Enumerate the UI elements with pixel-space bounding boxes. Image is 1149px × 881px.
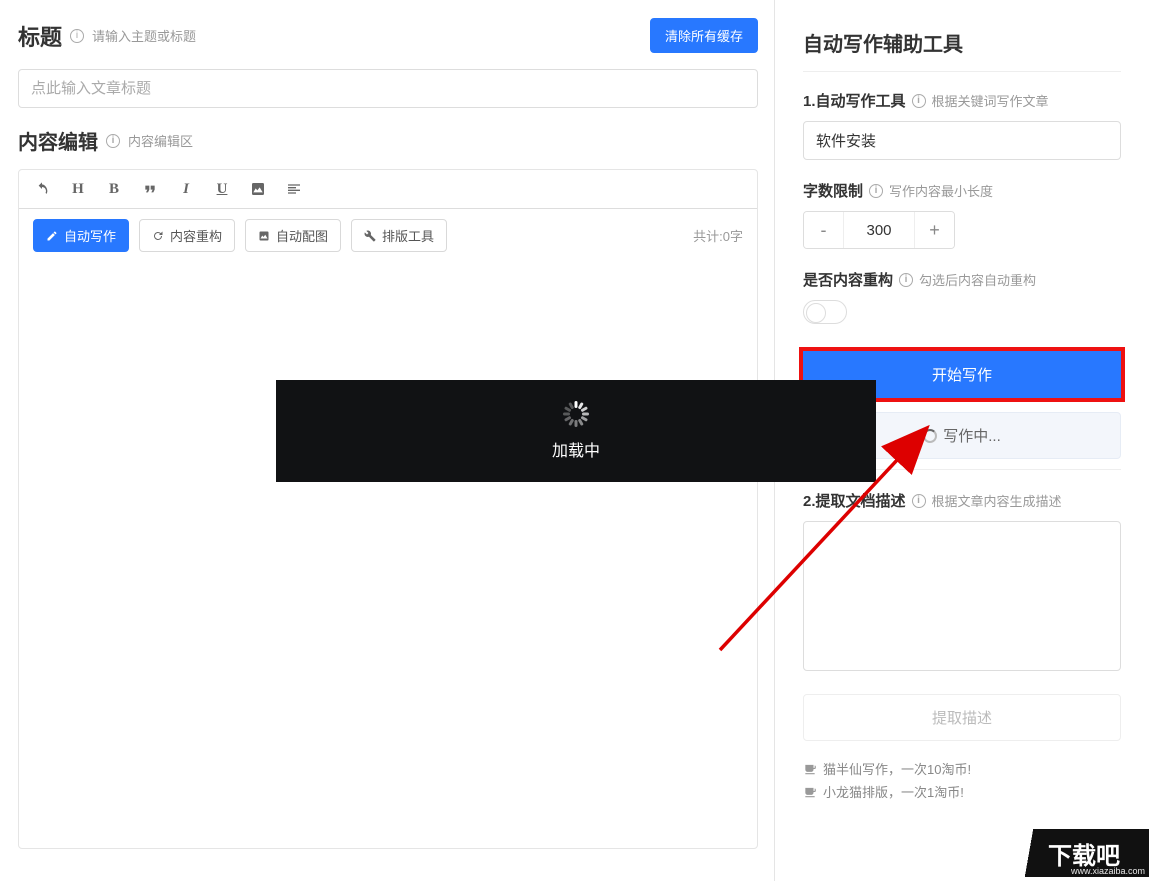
image-icon[interactable] <box>249 180 267 198</box>
spinner-icon <box>923 429 937 443</box>
align-icon[interactable] <box>285 180 303 198</box>
word-count: 共计:0字 <box>693 226 743 245</box>
section2-label: 2.提取文档描述 <box>803 490 906 511</box>
word-limit-hint: 写作内容最小长度 <box>889 181 993 200</box>
rebuild-toggle[interactable] <box>803 300 847 324</box>
info-icon: i <box>899 273 913 287</box>
clear-cache-button[interactable]: 清除所有缓存 <box>650 18 758 53</box>
cup-icon <box>803 785 817 799</box>
info-icon: i <box>869 184 883 198</box>
auto-write-label: 自动写作 <box>64 226 116 245</box>
auto-image-label: 自动配图 <box>276 226 328 245</box>
italic-icon[interactable]: I <box>177 180 195 198</box>
layout-tool-label: 排版工具 <box>382 226 434 245</box>
info-icon: i <box>70 29 84 43</box>
rebuild-hint: 勾选后内容自动重构 <box>919 270 1036 289</box>
content-rebuild-label: 内容重构 <box>170 226 222 245</box>
watermark-logo: 下载吧 www.xiazaiba.com <box>1019 829 1149 877</box>
content-hint: 内容编辑区 <box>128 131 193 150</box>
extract-description-label: 提取描述 <box>932 707 992 728</box>
writing-status-label: 写作中... <box>943 425 1001 446</box>
section2-hint: 根据文章内容生成描述 <box>932 491 1062 510</box>
heading-icon[interactable]: H <box>69 180 87 198</box>
logo-url: www.xiazaiba.com <box>1071 866 1145 876</box>
clear-cache-label: 清除所有缓存 <box>665 26 743 45</box>
info-icon: i <box>912 494 926 508</box>
note-2: 小龙猫排版，一次1淘币! <box>803 782 1121 801</box>
rebuild-label: 是否内容重构 <box>803 269 893 290</box>
extract-description-button[interactable]: 提取描述 <box>803 694 1121 741</box>
bold-icon[interactable]: B <box>105 180 123 198</box>
loading-text: 加载中 <box>552 437 600 461</box>
loading-spinner-icon <box>563 401 589 427</box>
content-rebuild-button[interactable]: 内容重构 <box>139 219 235 252</box>
article-title-input[interactable] <box>18 69 758 108</box>
stepper-plus-button[interactable]: + <box>914 212 954 248</box>
editor-toolbar: H B I U <box>19 170 757 209</box>
stepper-minus-button[interactable]: - <box>804 212 844 248</box>
cup-icon <box>803 762 817 776</box>
title-heading: 标题 <box>18 20 62 52</box>
loading-overlay: 加载中 <box>276 380 876 482</box>
quote-icon[interactable] <box>141 180 159 198</box>
content-heading: 内容编辑 <box>18 126 98 155</box>
auto-image-button[interactable]: 自动配图 <box>245 219 341 252</box>
note-1: 猫半仙写作，一次10淘币! <box>803 759 1121 778</box>
word-limit-value[interactable] <box>844 212 914 248</box>
word-limit-label: 字数限制 <box>803 180 863 201</box>
title-hint: 请输入主题或标题 <box>92 26 196 45</box>
section1-label: 1.自动写作工具 <box>803 90 906 111</box>
start-writing-label: 开始写作 <box>932 364 992 385</box>
underline-icon[interactable]: U <box>213 180 231 198</box>
description-textarea[interactable] <box>803 521 1121 671</box>
layout-tool-button[interactable]: 排版工具 <box>351 219 447 252</box>
auto-write-button[interactable]: 自动写作 <box>33 219 129 252</box>
section1-hint: 根据关键词写作文章 <box>932 91 1049 110</box>
info-icon: i <box>106 134 120 148</box>
sidebar-heading: 自动写作辅助工具 <box>803 28 1121 72</box>
keyword-input[interactable] <box>803 121 1121 160</box>
editor-container: H B I U 自动写作 内容重构 自动配图 <box>18 169 758 849</box>
word-limit-stepper: - + <box>803 211 955 249</box>
undo-icon[interactable] <box>33 180 51 198</box>
info-icon: i <box>912 94 926 108</box>
